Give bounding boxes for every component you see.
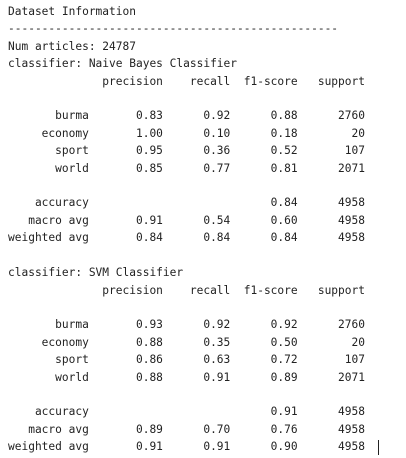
output-line: Num articles: 24787 <box>8 39 136 53</box>
output-line: ----------------------------------------… <box>8 22 339 36</box>
output-line: burma 0.83 0.92 0.88 2760 <box>8 109 365 123</box>
output-line: economy 1.00 0.10 0.18 20 <box>8 126 365 140</box>
output-line: precision recall f1-score support <box>8 283 365 297</box>
output-text: Dataset Information --------------------… <box>8 3 406 456</box>
output-line: precision recall f1-score support <box>8 74 365 88</box>
output-line: weighted avg 0.91 0.91 0.90 4958 <box>8 440 365 454</box>
output-line: economy 0.88 0.35 0.50 20 <box>8 335 365 349</box>
output-line: macro avg 0.89 0.70 0.76 4958 <box>8 422 365 436</box>
output-line: classifier: SVM Classifier <box>8 266 184 280</box>
output-line: macro avg 0.91 0.54 0.60 4958 <box>8 213 365 227</box>
output-line: classifier: Naive Bayes Classifier <box>8 57 238 71</box>
text-cursor <box>378 440 379 455</box>
output-line: burma 0.93 0.92 0.92 2760 <box>8 318 365 332</box>
output-line: world 0.88 0.91 0.89 2071 <box>8 370 365 384</box>
console-output: Dataset Information --------------------… <box>0 0 406 458</box>
output-line: sport 0.86 0.63 0.72 107 <box>8 353 365 367</box>
output-line: Dataset Information <box>8 5 136 18</box>
output-line: weighted avg 0.84 0.84 0.84 4958 <box>8 231 365 245</box>
output-line: accuracy 0.84 4958 <box>8 196 365 210</box>
output-line: world 0.85 0.77 0.81 2071 <box>8 161 365 175</box>
output-line: sport 0.95 0.36 0.52 107 <box>8 144 365 158</box>
output-line: accuracy 0.91 4958 <box>8 405 365 419</box>
